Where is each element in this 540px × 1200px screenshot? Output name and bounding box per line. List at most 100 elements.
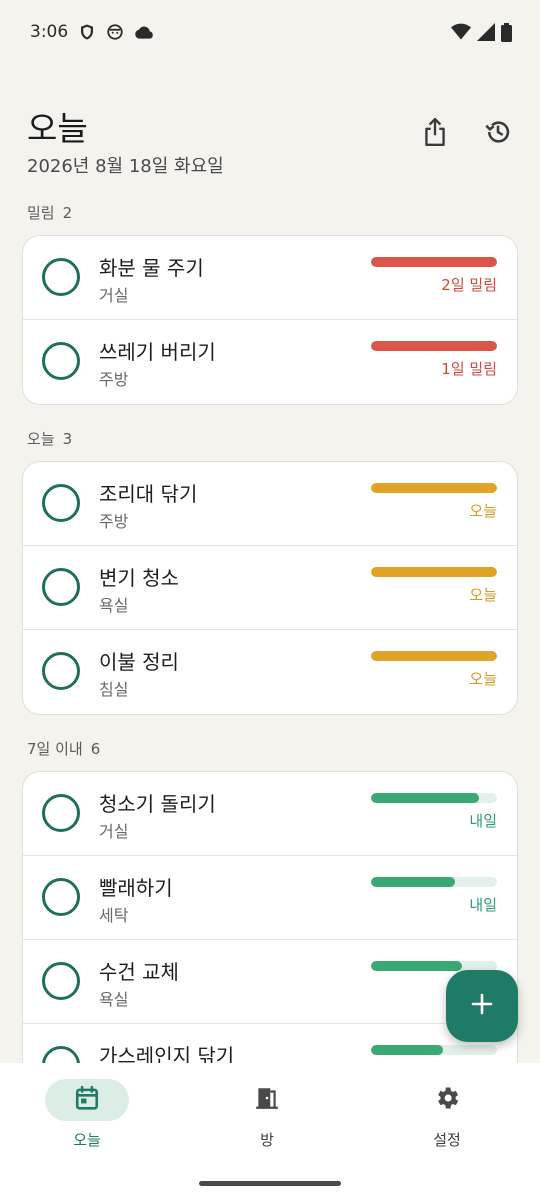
task-progress-bar (371, 567, 497, 577)
share-button[interactable] (415, 114, 455, 154)
section-label: 오늘 (27, 430, 55, 448)
task-status: 오늘 (469, 586, 497, 604)
task-checkbox[interactable] (42, 962, 80, 1000)
task-progress-fill (371, 567, 497, 577)
task-status: 1일 밀림 (441, 360, 497, 378)
task-name: 빨래하기 (99, 876, 173, 900)
task-room: 거실 (99, 822, 129, 841)
section-label: 7일 이내 (27, 740, 83, 758)
task-room: 욕실 (99, 990, 129, 1009)
task-row[interactable]: 수건 교체 욕실 (23, 940, 517, 1024)
section-count: 2 (62, 204, 73, 222)
task-row[interactable]: 조리대 닦기 주방 오늘 (23, 462, 517, 546)
task-status: 내일 (469, 896, 497, 914)
task-name: 화분 물 주기 (99, 256, 204, 280)
shield-icon (78, 23, 96, 41)
section-header-overdue: 밀림 2 (27, 202, 72, 223)
section-card-week: 청소기 돌리기 거실 내일 빨래하기 세탁 내일 수건 교체 욕실 가스레인지 … (22, 771, 518, 1063)
task-progress-bar (371, 257, 497, 267)
battery-icon (501, 22, 512, 42)
history-button[interactable] (478, 114, 518, 154)
gear-icon (433, 1084, 461, 1116)
task-name: 조리대 닦기 (99, 482, 198, 506)
task-status: 오늘 (469, 502, 497, 520)
task-room: 세탁 (99, 906, 129, 925)
task-progress-fill (371, 341, 497, 351)
calendar-icon (74, 1085, 100, 1115)
task-name: 변기 청소 (99, 566, 179, 590)
task-progress-bar (371, 341, 497, 351)
task-name: 청소기 돌리기 (99, 792, 216, 816)
signal-icon (477, 23, 495, 41)
task-checkbox[interactable] (42, 342, 80, 380)
task-name: 쓰레기 버리기 (99, 340, 216, 364)
task-checkbox[interactable] (42, 1046, 80, 1063)
section-count: 6 (90, 740, 101, 758)
wifi-icon (451, 23, 471, 41)
page-header: 오늘 2026년 8월 18일 화요일 (0, 96, 540, 186)
section-card-today: 조리대 닦기 주방 오늘 변기 청소 욕실 오늘 이불 정리 침실 오늘 (22, 461, 518, 715)
task-list[interactable]: 밀림 2 화분 물 주기 거실 2일 밀림 쓰레기 버리기 주방 1일 밀림 오늘… (0, 190, 540, 1063)
task-progress-fill (371, 1045, 443, 1055)
nav-label: 오늘 (73, 1131, 101, 1149)
section-count: 3 (62, 430, 73, 448)
task-row[interactable]: 빨래하기 세탁 내일 (23, 856, 517, 940)
share-icon (422, 117, 448, 151)
page-title: 오늘 (27, 109, 88, 148)
task-progress-fill (371, 961, 462, 971)
task-status: 오늘 (469, 670, 497, 688)
nav-icon-wrap (225, 1079, 309, 1121)
task-status: 내일 (469, 812, 497, 830)
task-name: 가스레인지 닦기 (99, 1044, 235, 1063)
bottom-navigation: 오늘 방 설정 (0, 1063, 540, 1200)
task-row[interactable]: 이불 정리 침실 오늘 (23, 630, 517, 714)
task-row[interactable]: 가스레인지 닦기 (23, 1024, 517, 1063)
task-room: 주방 (99, 512, 129, 531)
page-date: 2026년 8월 18일 화요일 (27, 156, 224, 177)
nav-item-rooms[interactable]: 방 (180, 1063, 360, 1163)
home-indicator[interactable] (199, 1181, 341, 1186)
task-progress-bar (371, 483, 497, 493)
task-row[interactable]: 청소기 돌리기 거실 내일 (23, 772, 517, 856)
task-progress-bar (371, 877, 497, 887)
task-checkbox[interactable] (42, 258, 80, 296)
task-room: 주방 (99, 370, 129, 389)
task-row[interactable]: 화분 물 주기 거실 2일 밀림 (23, 236, 517, 320)
add-task-button[interactable] (446, 970, 518, 1042)
task-progress-fill (371, 877, 456, 887)
task-row[interactable]: 변기 청소 욕실 오늘 (23, 546, 517, 630)
task-progress-fill (371, 651, 497, 661)
history-icon (484, 118, 512, 150)
task-checkbox[interactable] (42, 794, 80, 832)
task-room: 욕실 (99, 596, 129, 615)
task-checkbox[interactable] (42, 568, 80, 606)
task-progress-bar (371, 793, 497, 803)
task-row[interactable]: 쓰레기 버리기 주방 1일 밀림 (23, 320, 517, 404)
task-checkbox[interactable] (42, 484, 80, 522)
section-label: 밀림 (27, 204, 55, 222)
task-checkbox[interactable] (42, 652, 80, 690)
task-progress-fill (371, 257, 497, 267)
nav-item-today[interactable]: 오늘 (0, 1063, 180, 1163)
task-name: 이불 정리 (99, 650, 179, 674)
nav-active-indicator (45, 1079, 129, 1121)
nav-label: 방 (260, 1131, 274, 1149)
section-header-week: 7일 이내 6 (27, 738, 100, 759)
task-progress-bar (371, 1045, 497, 1055)
task-checkbox[interactable] (42, 878, 80, 916)
section-card-overdue: 화분 물 주기 거실 2일 밀림 쓰레기 버리기 주방 1일 밀림 (22, 235, 518, 405)
task-room: 침실 (99, 680, 129, 699)
status-bar: 3:06 (0, 0, 540, 64)
face-icon (106, 23, 124, 41)
task-progress-fill (371, 483, 497, 493)
section-header-today: 오늘 3 (27, 428, 72, 449)
nav-icon-wrap (405, 1079, 489, 1121)
task-room: 거실 (99, 286, 129, 305)
task-name: 수건 교체 (99, 960, 179, 984)
nav-item-settings[interactable]: 설정 (360, 1063, 540, 1163)
plus-icon (470, 992, 494, 1020)
task-progress-fill (371, 793, 480, 803)
cloud-icon (134, 24, 154, 40)
status-time: 3:06 (30, 22, 69, 42)
door-icon (254, 1085, 280, 1115)
